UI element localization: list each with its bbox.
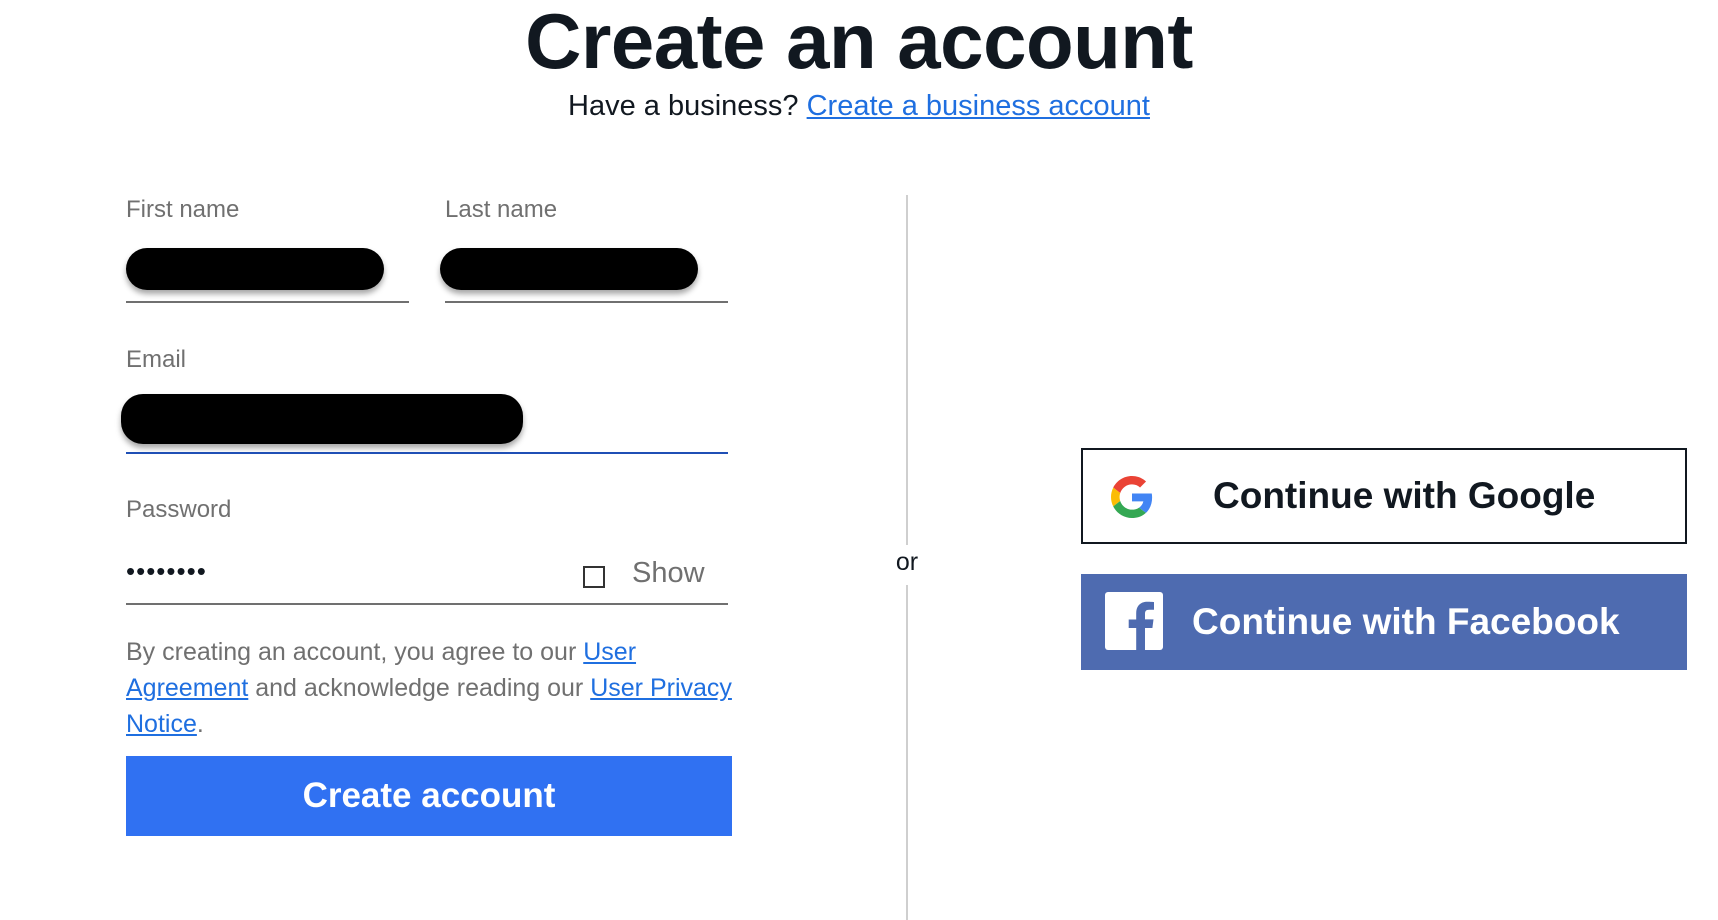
page-title: Create an account [525,0,1193,85]
legal-notice: By creating an account, you agree to our… [126,634,736,742]
show-password-label[interactable]: Show [632,557,705,590]
business-prompt-text: Have a business? [568,90,799,122]
facebook-f-icon [1105,592,1163,650]
last-name-label: Last name [445,196,558,223]
divider-line-bottom [906,585,908,920]
business-prompt: Have a business? Create a business accou… [0,90,1718,123]
divider-line-top [906,195,908,545]
redacted-email [121,394,523,444]
google-g-icon [1111,476,1153,518]
continue-with-facebook-button[interactable]: Continue with Facebook [1081,574,1687,670]
create-account-button[interactable]: Create account [126,756,732,836]
first-name-label: First name [126,196,240,223]
first-name-underline [126,301,409,303]
legal-text-3: . [196,710,204,738]
redacted-first-name [126,248,384,290]
redacted-last-name [440,248,698,290]
email-label: Email [126,346,187,373]
password-underline [126,603,728,605]
facebook-button-label: Continue with Facebook [1192,601,1620,642]
password-label: Password [126,496,232,523]
continue-with-google-button[interactable]: Continue with Google [1081,448,1687,544]
password-value: •••••••• [126,556,207,586]
legal-text-1: By creating an account, you agree to our [126,638,584,666]
create-business-account-link[interactable]: Create a business account [807,90,1150,122]
email-underline [126,452,728,454]
or-divider-label: or [895,548,919,576]
last-name-underline [445,301,728,303]
legal-text-2: and acknowledge reading our [248,674,591,702]
google-button-label: Continue with Google [1213,475,1596,516]
show-password-checkbox[interactable] [583,566,605,588]
